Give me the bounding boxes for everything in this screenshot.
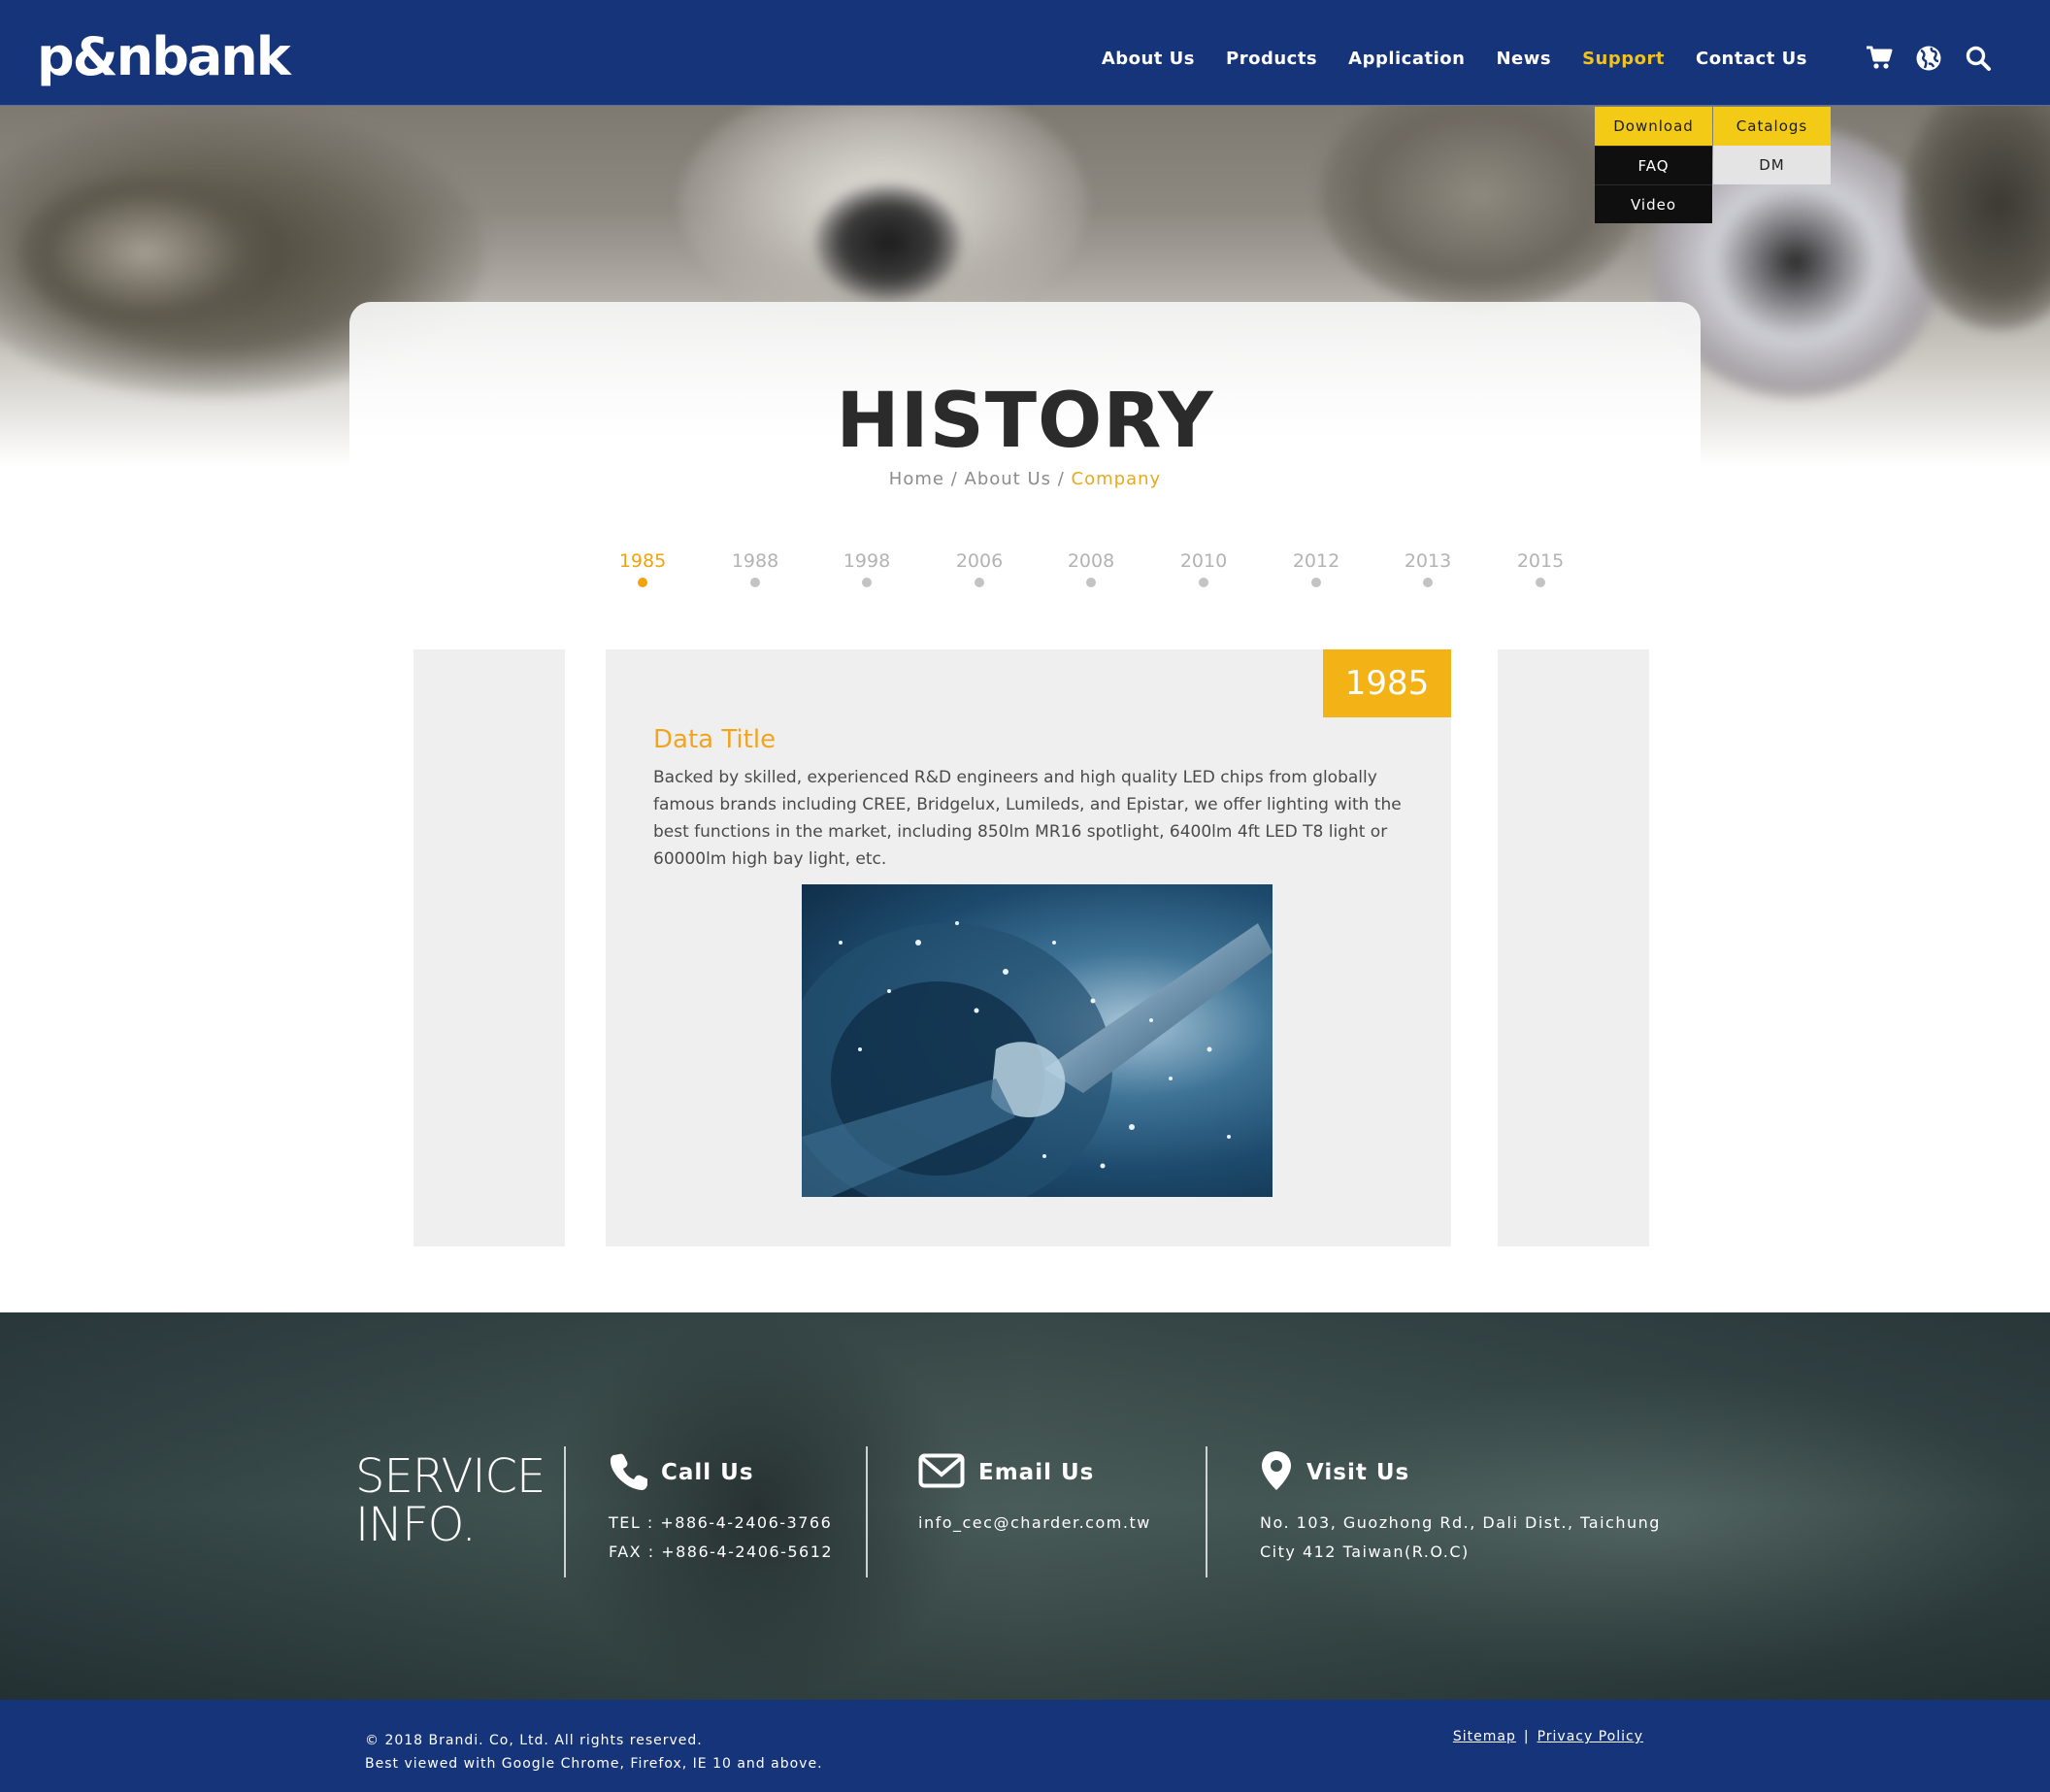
logo-text: p&nbank [37, 26, 291, 87]
divider [564, 1446, 566, 1577]
cart-icon[interactable] [1866, 45, 1893, 72]
year-badge: 1985 [1323, 649, 1451, 717]
entry-title: Data Title [653, 725, 777, 754]
timeline-dot [862, 578, 872, 587]
timeline-year-2008[interactable]: 2008 [1052, 550, 1130, 587]
browser-note: Best viewed with Google Chrome, Firefox,… [365, 1756, 823, 1772]
year-label: 2006 [955, 550, 1004, 572]
call-us-title: Call Us [661, 1460, 754, 1485]
next-slide-panel[interactable] [1498, 649, 1649, 1246]
timeline-dot [750, 578, 760, 587]
year-label: 2008 [1067, 550, 1115, 572]
site-footer: © 2018 Brandi. Co, Ltd. All rights reser… [0, 1700, 2050, 1792]
timeline-dot [1423, 578, 1433, 587]
timeline-year-1988[interactable]: 1988 [716, 550, 794, 587]
timeline-year-2015[interactable]: 2015 [1502, 550, 1579, 587]
machining-photo [802, 884, 1273, 1197]
breadcrumb-about-us[interactable]: About Us [965, 469, 1052, 489]
service-heading-line1: SERVICE [355, 1449, 546, 1504]
timeline-dot [975, 578, 984, 587]
timeline-year-2012[interactable]: 2012 [1277, 550, 1355, 587]
prev-slide-panel[interactable] [413, 649, 565, 1246]
year-label: 1985 [618, 550, 667, 572]
timeline-year-1998[interactable]: 1998 [828, 550, 906, 587]
visit-us-title: Visit Us [1306, 1460, 1410, 1485]
footer-separator: | [1523, 1729, 1530, 1744]
timeline-dot [1536, 578, 1545, 587]
site-header: p&nbank About Us Products Application Ne… [0, 0, 2050, 106]
timeline-dot [638, 578, 647, 587]
menu-video[interactable]: Video [1595, 184, 1712, 223]
menu-dm[interactable]: DM [1713, 146, 1831, 184]
address-line-1: No. 103, Guozhong Rd., Dali Dist., Taich… [1260, 1513, 1661, 1532]
call-us-column: Call Us TEL : +886-4-2406-3766 FAX : +88… [609, 1448, 833, 1567]
menu-faq[interactable]: FAQ [1595, 146, 1712, 184]
year-label: 2013 [1404, 550, 1452, 572]
email-icon [918, 1453, 965, 1492]
sitemap-link[interactable]: Sitemap [1453, 1729, 1516, 1744]
nav-about-us[interactable]: About Us [1102, 49, 1195, 69]
breadcrumb-separator: / [950, 469, 958, 489]
entry-description: Backed by skilled, experienced R&D engin… [653, 768, 1402, 869]
copyright-text: © 2018 Brandi. Co, Ltd. All rights reser… [365, 1733, 703, 1748]
phone-number[interactable]: TEL : +886-4-2406-3766 [609, 1509, 833, 1538]
year-label: 2015 [1516, 550, 1565, 572]
nav-news[interactable]: News [1496, 49, 1551, 69]
breadcrumb-home[interactable]: Home [889, 469, 944, 489]
service-info-section: SERVICE INFO. Call Us TEL : +886-4-2406-… [0, 1312, 2050, 1700]
breadcrumb: Home / About Us / Company [349, 469, 1701, 489]
divider [866, 1446, 868, 1577]
year-label: 2012 [1292, 550, 1340, 572]
timeline-dot [1311, 578, 1321, 587]
breadcrumb-separator: / [1057, 469, 1065, 489]
year-label: 1998 [843, 550, 891, 572]
nav-application[interactable]: Application [1348, 49, 1465, 69]
history-entry-card: 1985 Data Title Backed by skilled, exper… [606, 649, 1451, 1246]
brand-logo[interactable]: p&nbank [37, 25, 291, 89]
timeline-year-2010[interactable]: 2010 [1165, 550, 1242, 587]
globe-icon[interactable] [1915, 45, 1942, 72]
main-nav: About Us Products Application News Suppo… [1071, 49, 1807, 69]
divider [1206, 1446, 1207, 1577]
service-heading-line2: INFO. [355, 1498, 477, 1552]
email-us-column: Email Us info_cec@charder.com.tw [918, 1448, 1151, 1538]
timeline-year-1985[interactable]: 1985 [604, 550, 681, 587]
map-pin-icon [1260, 1450, 1293, 1495]
footer-links: Sitemap | Privacy Policy [1453, 1729, 1643, 1744]
address-line-2: City 412 Taiwan(R.O.C) [1260, 1543, 1470, 1561]
timeline-year-2013[interactable]: 2013 [1389, 550, 1467, 587]
email-us-title: Email Us [978, 1460, 1095, 1485]
email-address[interactable]: info_cec@charder.com.tw [918, 1509, 1151, 1538]
header-icons [1866, 45, 1992, 72]
year-label: 1988 [731, 550, 779, 572]
menu-download[interactable]: Download [1595, 107, 1712, 146]
menu-catalogs[interactable]: Catalogs [1713, 107, 1831, 146]
timeline-year-2006[interactable]: 2006 [941, 550, 1018, 587]
footer-copyright: © 2018 Brandi. Co, Ltd. All rights reser… [365, 1729, 823, 1775]
page-title-card: HISTORY Home / About Us / Company [349, 302, 1701, 554]
search-icon[interactable] [1965, 45, 1992, 72]
nav-products[interactable]: Products [1226, 49, 1317, 69]
breadcrumb-current: Company [1071, 469, 1162, 489]
phone-icon [609, 1451, 649, 1494]
visit-us-column: Visit Us No. 103, Guozhong Rd., Dali Dis… [1260, 1448, 1661, 1567]
fax-number: FAX : +886-4-2406-5612 [609, 1543, 834, 1561]
timeline-dot [1086, 578, 1096, 587]
nav-support[interactable]: Support [1582, 49, 1665, 69]
nav-contact-us[interactable]: Contact Us [1696, 49, 1807, 69]
timeline-dot [1199, 578, 1208, 587]
privacy-policy-link[interactable]: Privacy Policy [1538, 1729, 1643, 1744]
service-heading: SERVICE INFO. [355, 1449, 546, 1552]
page-title: HISTORY [836, 378, 1214, 465]
year-label: 2010 [1179, 550, 1228, 572]
